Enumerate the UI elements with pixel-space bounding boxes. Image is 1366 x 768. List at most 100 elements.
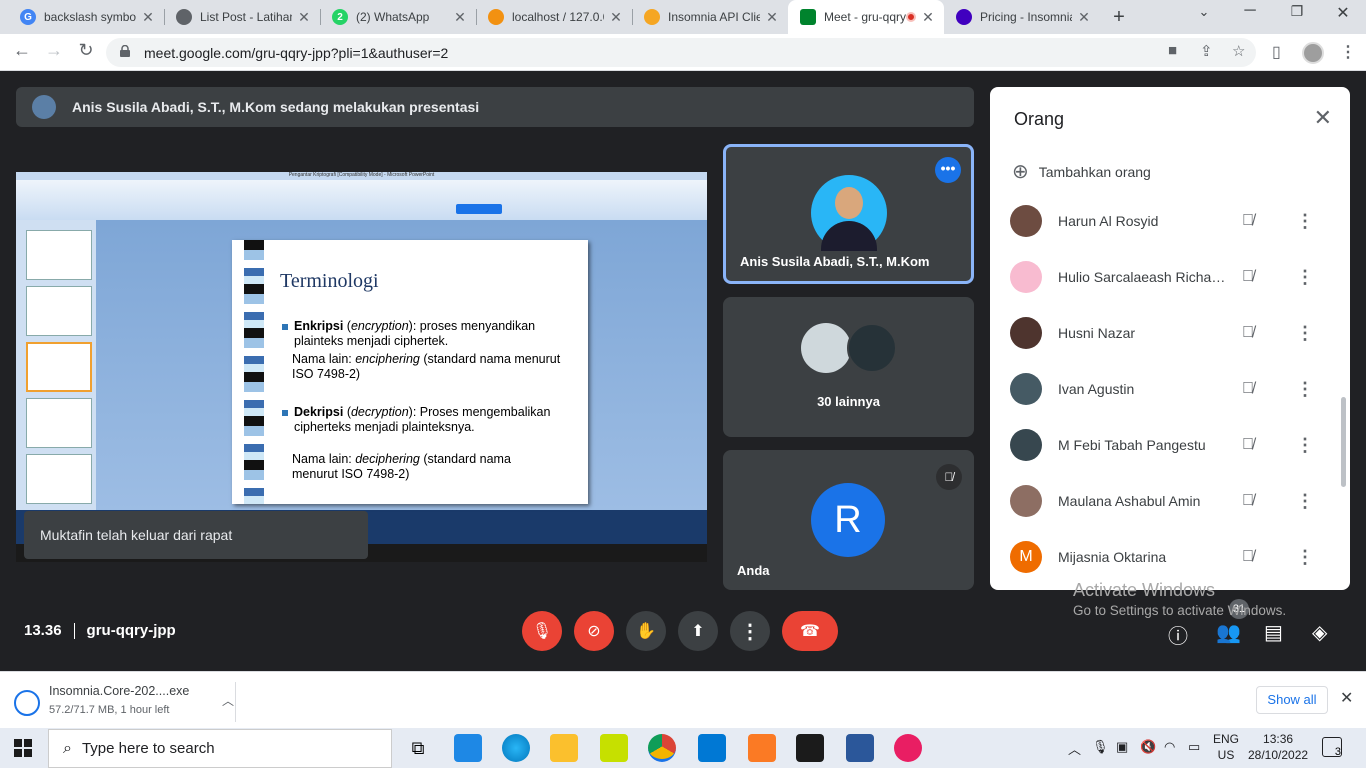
add-people-button[interactable]: ⊕ Tambahkan orang (1012, 159, 1151, 184)
address-bar[interactable]: meet.google.com/gru-qqry-jpp?pli=1&authu… (106, 38, 1256, 67)
activities-icon[interactable]: ◈ (1312, 620, 1327, 645)
windows-start-icon[interactable] (14, 739, 32, 757)
minimize-icon[interactable]: ─ (1240, 2, 1260, 20)
participant-thumb (801, 323, 851, 373)
mic-off-icon[interactable]: 🎙̸ (1242, 324, 1254, 342)
present-button[interactable]: ⬆ (678, 611, 718, 651)
more-vert-icon[interactable]: ⋮ (1296, 267, 1314, 288)
wifi-icon[interactable]: ◠ (1164, 739, 1175, 755)
camera-icon[interactable]: ■ (1168, 42, 1177, 59)
participant-row[interactable]: Harun Al Rosyid 🎙̸ ⋮ (1010, 197, 1340, 245)
participant-row[interactable]: M Mijasnia Oktarina 🎙̸ ⋮ (1010, 533, 1340, 581)
presenter-tile[interactable]: ••• Anis Susila Abadi, S.T., M.Kom (723, 144, 974, 284)
mic-off-button[interactable]: 🎙 (522, 611, 562, 651)
close-tab-icon[interactable]: ✕ (608, 9, 624, 26)
others-tile[interactable]: 30 lainnya (723, 297, 974, 437)
word-icon[interactable] (846, 734, 874, 762)
close-downloads-icon[interactable]: ✕ (1340, 688, 1353, 708)
close-tab-icon[interactable]: ✕ (296, 9, 312, 26)
mic-off-icon[interactable]: 🎙̸ (1242, 268, 1254, 286)
more-vert-icon[interactable]: ⋮ (1296, 379, 1314, 400)
sticky-notes-icon[interactable] (600, 734, 628, 762)
network-icon[interactable]: ▭ (1188, 739, 1200, 755)
more-vert-icon[interactable]: ⋮ (1296, 211, 1314, 232)
more-vert-icon[interactable]: ⋮ (1296, 547, 1314, 568)
participant-avatar: M (1010, 541, 1042, 573)
vscode-icon[interactable] (698, 734, 726, 762)
reload-icon[interactable]: ↻ (74, 40, 98, 61)
tab-whatsapp[interactable]: 2 (2) WhatsApp ✕ (320, 0, 476, 34)
more-options-icon[interactable]: ••• (935, 157, 961, 183)
people-panel: Orang ✕ ⊕ Tambahkan orang Harun Al Rosyi… (990, 87, 1350, 590)
forward-icon[interactable]: → (42, 40, 66, 61)
close-tab-icon[interactable]: ✕ (920, 9, 936, 26)
download-item[interactable]: Insomnia.Core-202....exe 57.2/71.7 MB, 1… (14, 682, 236, 722)
terminal-icon[interactable] (796, 734, 824, 762)
people-scrollbar[interactable] (1341, 397, 1346, 487)
slide-canvas: Terminologi Enkripsi (encryption): prose… (232, 240, 588, 504)
people-icon[interactable]: 👥 (1216, 620, 1241, 645)
self-tile[interactable]: 🎙̸ R Anda (723, 450, 974, 590)
chevron-up-icon[interactable]: ︿ (222, 692, 234, 709)
profile-avatar[interactable] (1302, 42, 1324, 64)
file-explorer-icon[interactable] (550, 734, 578, 762)
menu-kebab-icon[interactable]: ⋮ (1340, 42, 1356, 62)
close-panel-icon[interactable]: ✕ (1314, 105, 1332, 131)
tab-search-icon[interactable]: ⌄ (1194, 4, 1214, 20)
camera-off-button[interactable]: ⊘ (574, 611, 614, 651)
share-icon[interactable]: ⇪ (1200, 42, 1213, 60)
tab-list-post[interactable]: List Post - Latihan ✕ (164, 0, 320, 34)
side-panel-icon[interactable]: ▯ (1272, 42, 1281, 62)
mail-icon[interactable] (454, 734, 482, 762)
raise-hand-button[interactable]: ✋ (626, 611, 666, 651)
more-vert-icon[interactable]: ⋮ (1296, 491, 1314, 512)
close-window-icon[interactable]: ✕ (1333, 3, 1353, 23)
participant-row[interactable]: Maulana Ashabul Amin 🎙̸ ⋮ (1010, 477, 1340, 525)
mic-off-icon[interactable]: 🎙̸ (1242, 436, 1254, 454)
restore-icon[interactable]: ❐ (1287, 3, 1307, 20)
participant-row[interactable]: M Febi Tabah Pangestu 🎙̸ ⋮ (1010, 421, 1340, 469)
bookmark-star-icon[interactable]: ☆ (1232, 42, 1245, 60)
info-icon[interactable]: ⓘ (1168, 620, 1188, 649)
tab-phpmyadmin[interactable]: localhost / 127.0.0.1 ✕ (476, 0, 632, 34)
chat-icon[interactable]: ▤ (1264, 620, 1283, 645)
task-view-icon[interactable]: ⧉ (404, 734, 432, 762)
show-all-button[interactable]: Show all (1256, 686, 1328, 714)
leave-call-button[interactable]: ☎ (782, 611, 838, 651)
system-clock[interactable]: 13:36 28/10/2022 (1248, 731, 1308, 763)
edge-icon[interactable] (502, 734, 530, 762)
participant-row[interactable]: Husni Nazar 🎙̸ ⋮ (1010, 309, 1340, 357)
close-tab-icon[interactable]: ✕ (452, 9, 468, 26)
volume-muted-icon[interactable]: 🔇 (1140, 739, 1156, 755)
participant-row[interactable]: Hulio Sarcalaeash Richan ... 🎙̸ ⋮ (1010, 253, 1340, 301)
tab-insomnia[interactable]: Insomnia API Client ✕ (632, 0, 788, 34)
mic-off-icon[interactable]: 🎙̸ (1242, 492, 1254, 510)
mic-off-icon[interactable]: 🎙̸ (1242, 380, 1254, 398)
language-indicator[interactable]: ENG US (1213, 731, 1239, 763)
tray-mic-icon[interactable]: 🎙 (1092, 739, 1109, 755)
taskbar-search[interactable]: ⌕ Type here to search (48, 729, 392, 768)
mic-off-icon[interactable]: 🎙̸ (1242, 548, 1254, 566)
new-tab-button[interactable]: + (1108, 6, 1130, 29)
tab-pricing[interactable]: Pricing - Insomnia ✕ (944, 0, 1100, 34)
back-icon[interactable]: ← (10, 40, 34, 61)
browser-toolbar: ← → ↻ meet.google.com/gru-qqry-jpp?pli=1… (0, 34, 1366, 71)
mic-off-icon[interactable]: 🎙̸ (1242, 212, 1254, 230)
slide-thumbnail (26, 398, 92, 448)
more-vert-icon[interactable]: ⋮ (1296, 323, 1314, 344)
notifications-icon[interactable]: 3 (1322, 737, 1342, 758)
xampp-icon[interactable] (748, 734, 776, 762)
presenter-tile-name: Anis Susila Abadi, S.T., M.Kom (740, 254, 930, 269)
close-tab-icon[interactable]: ✕ (1076, 9, 1092, 26)
more-options-button[interactable]: ⋮ (730, 611, 770, 651)
tab-backslash[interactable]: G backslash symbol ✕ (8, 0, 164, 34)
tray-camera-icon[interactable]: ▣ (1116, 739, 1128, 755)
participant-row[interactable]: Ivan Agustin 🎙̸ ⋮ (1010, 365, 1340, 413)
tab-meet[interactable]: Meet - gru-qqry-jpp ✕ (788, 0, 944, 34)
tray-chevron-icon[interactable]: ︿ (1068, 739, 1081, 758)
close-tab-icon[interactable]: ✕ (764, 9, 780, 26)
close-tab-icon[interactable]: ✕ (140, 9, 156, 26)
more-vert-icon[interactable]: ⋮ (1296, 435, 1314, 456)
snipping-tool-icon[interactable] (894, 734, 922, 762)
chrome-icon[interactable] (648, 734, 676, 762)
